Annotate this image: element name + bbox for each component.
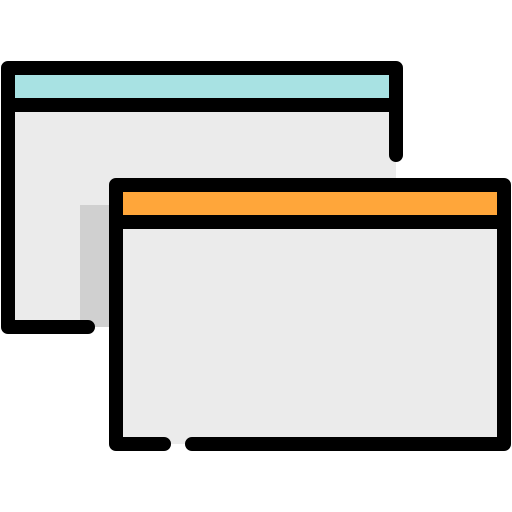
front-window (109, 178, 511, 451)
windows-illustration (1, 61, 511, 451)
multiple-windows-icon (0, 0, 512, 512)
